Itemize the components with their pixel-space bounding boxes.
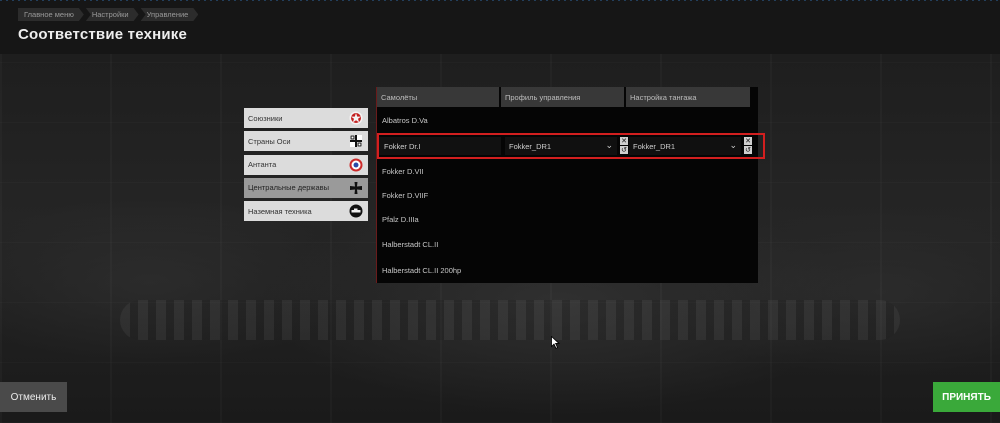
header: Главное меню Настройки Управление Соотве… <box>0 0 1000 54</box>
table-row[interactable]: Fokker D.VII <box>377 160 759 182</box>
entente-roundel-icon <box>349 158 363 172</box>
pitch-setting-actions: ✕ ↺ <box>744 137 753 155</box>
accept-button[interactable]: ПРИНЯТЬ <box>933 382 1000 412</box>
pitch-setting-dropdown[interactable]: Fokker_DR1 ⌄ <box>629 137 741 155</box>
table-row[interactable]: Fokker D.VIIF <box>377 184 759 206</box>
table-header: Самолёты Профиль управления Настройка та… <box>377 87 758 107</box>
mouse-cursor-icon <box>551 335 561 354</box>
breadcrumb-main-menu[interactable]: Главное меню <box>18 8 84 21</box>
category-label: Центральные державы <box>248 183 329 193</box>
control-profile-actions: ✕ ↺ <box>620 137 629 155</box>
selected-aircraft-name: Fokker Dr.I <box>379 137 501 155</box>
category-label: Наземная техника <box>248 206 312 216</box>
cancel-button[interactable]: Отменить <box>0 382 67 412</box>
table-row[interactable]: Halberstadt CL.II <box>377 233 759 255</box>
column-header-control-profile: Профиль управления <box>501 87 626 107</box>
category-allies[interactable]: Союзники <box>244 108 368 128</box>
ground-vehicle-icon <box>349 204 363 218</box>
breadcrumb-settings[interactable]: Настройки <box>86 8 139 21</box>
reset-icon[interactable]: ↺ <box>744 146 752 154</box>
category-list: Союзники Страны Оси Антанта Центральные … <box>244 108 368 224</box>
clear-icon[interactable]: ✕ <box>744 137 752 145</box>
category-central-powers[interactable]: Центральные державы <box>244 177 368 198</box>
selected-table-row[interactable]: Fokker Dr.I Fokker_DR1 ⌄ ✕ ↺ Fokker_DR1 … <box>377 133 765 159</box>
column-header-pitch-setting: Настройка тангажа <box>626 87 750 107</box>
allies-roundel-icon <box>349 111 363 125</box>
pitch-setting-value: Fokker_DR1 <box>633 141 676 151</box>
category-label: Страны Оси <box>248 136 291 146</box>
background-tank-track <box>120 300 900 340</box>
category-axis[interactable]: Страны Оси <box>244 131 368 152</box>
reset-icon[interactable]: ↺ <box>620 146 628 154</box>
control-profile-value: Fokker_DR1 <box>509 141 552 151</box>
axis-cross-icon <box>349 134 363 148</box>
chevron-down-icon: ⌄ <box>729 140 737 150</box>
category-entente[interactable]: Антанта <box>244 154 368 175</box>
category-label: Антанта <box>248 160 277 170</box>
control-profile-dropdown[interactable]: Fokker_DR1 ⌄ <box>505 137 617 155</box>
page-title: Соответствие технике <box>18 26 188 43</box>
breadcrumb-controls[interactable]: Управление <box>141 8 199 21</box>
table-row[interactable]: Halberstadt CL.II 200hp <box>377 259 759 281</box>
table-row[interactable]: Albatros D.Va <box>377 109 759 131</box>
top-border <box>0 0 1000 1</box>
category-ground-vehicles[interactable]: Наземная техника <box>244 201 368 222</box>
chevron-down-icon: ⌄ <box>605 140 613 150</box>
clear-icon[interactable]: ✕ <box>620 137 628 145</box>
aircraft-table: Самолёты Профиль управления Настройка та… <box>376 87 765 283</box>
iron-cross-icon <box>349 181 363 195</box>
column-header-aircraft: Самолёты <box>377 87 501 107</box>
category-label: Союзники <box>248 113 283 123</box>
table-row[interactable]: Pfalz D.IIIa <box>377 208 759 230</box>
breadcrumb: Главное меню Настройки Управление <box>18 8 198 21</box>
